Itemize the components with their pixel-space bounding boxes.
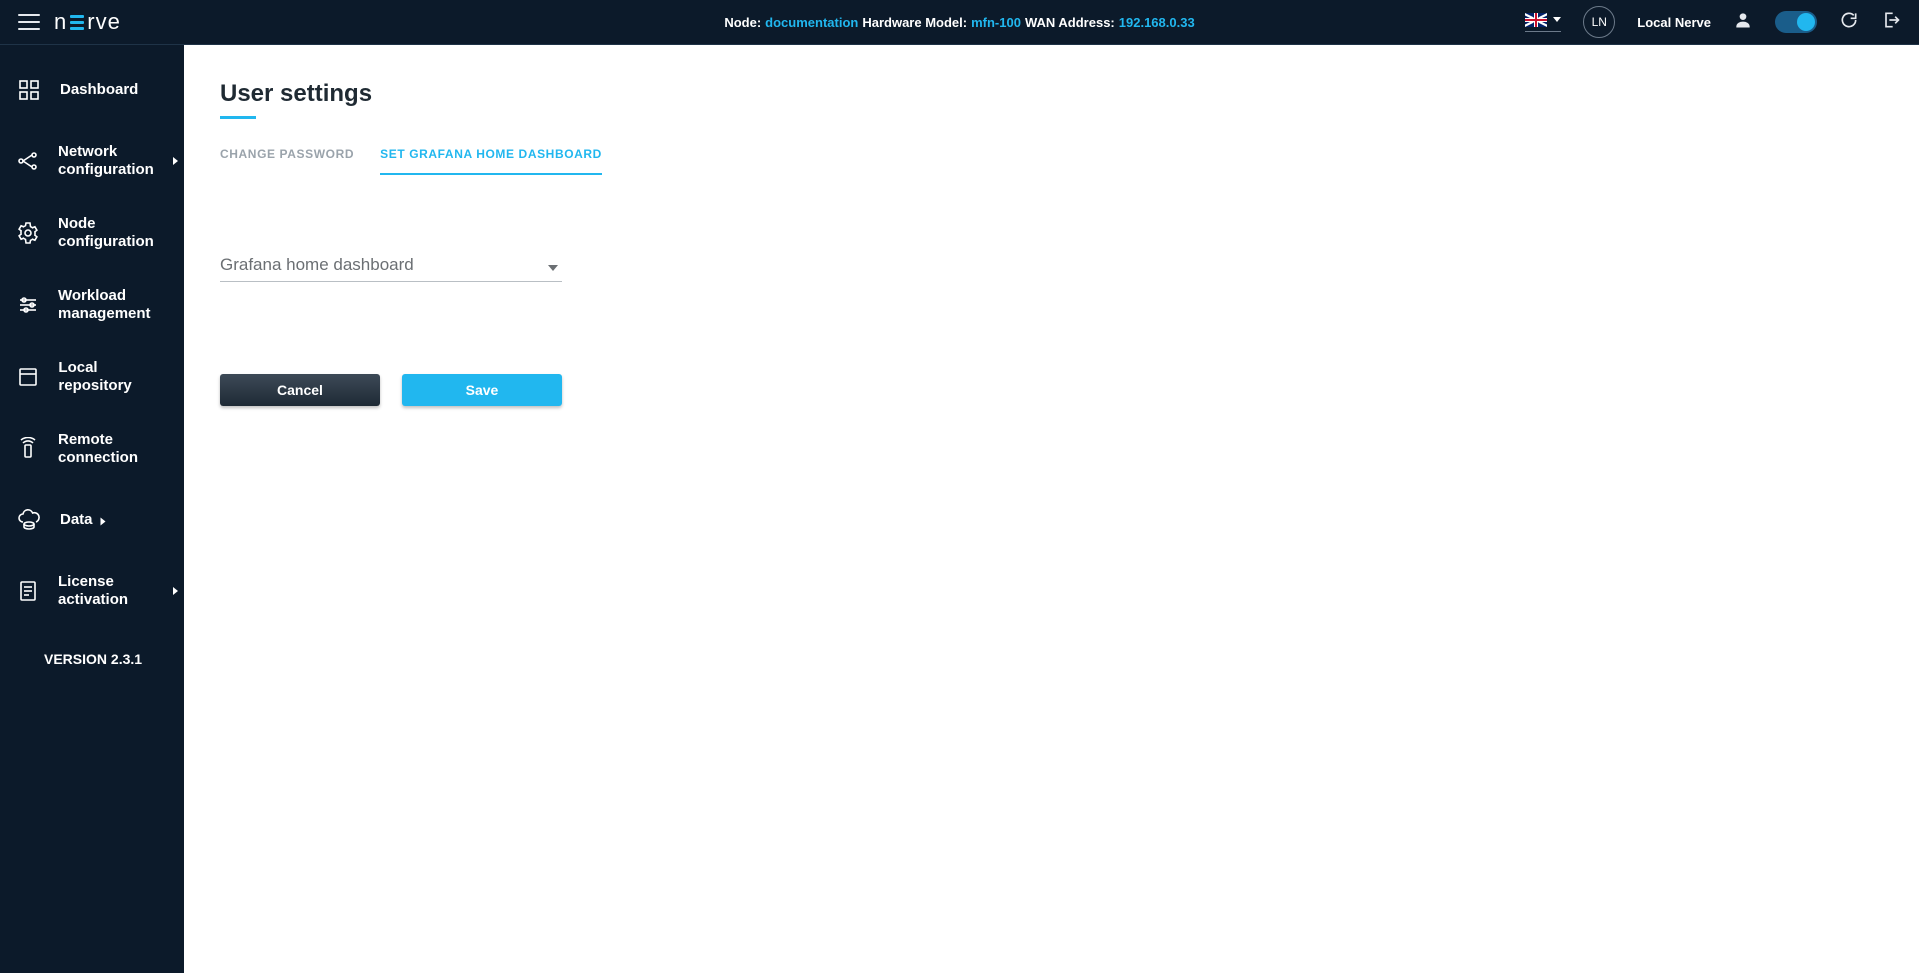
chevron-right-icon — [173, 157, 178, 165]
remote-icon — [16, 437, 40, 461]
avatar[interactable]: LN — [1583, 6, 1615, 38]
grafana-dashboard-select[interactable]: Grafana home dashboard — [220, 255, 562, 282]
chevron-down-icon — [548, 265, 558, 271]
sidebar-item-label: Data — [60, 511, 107, 529]
avatar-initials: LN — [1592, 15, 1607, 29]
sidebar-item-label: Remote connection — [58, 431, 168, 467]
sliders-icon — [16, 293, 40, 317]
sidebar-item-node-configuration[interactable]: Node configuration — [0, 215, 184, 251]
version-label: VERSION 2.3.1 — [0, 651, 184, 667]
main-content: User settings CHANGE PASSWORD SET GRAFAN… — [184, 46, 1919, 973]
language-selector[interactable] — [1525, 13, 1561, 32]
chevron-down-icon — [1553, 17, 1561, 22]
tab-set-grafana-home-dashboard[interactable]: SET GRAFANA HOME DASHBOARD — [380, 147, 602, 175]
sidebar-item-license-activation[interactable]: License activation — [0, 573, 184, 609]
theme-toggle[interactable] — [1775, 11, 1817, 33]
grafana-dashboard-label: Grafana home dashboard — [220, 255, 414, 274]
page-title: User settings — [220, 80, 1883, 108]
gear-icon — [16, 221, 40, 245]
sidebar-item-label: Local repository — [58, 359, 168, 395]
page-title-block: User settings — [220, 80, 1883, 119]
sidebar-nav: Dashboard Network configuration Node con… — [0, 73, 184, 609]
node-value: documentation — [765, 15, 858, 30]
topbar: n rve Node: documentation Hardware Model… — [0, 0, 1919, 45]
sidebar-item-local-repository[interactable]: Local repository — [0, 359, 184, 395]
sidebar-item-label: Dashboard — [60, 81, 138, 99]
model-value: mfn-100 — [971, 15, 1021, 30]
tab-change-password[interactable]: CHANGE PASSWORD — [220, 147, 354, 175]
topbar-info: Node: documentation Hardware Model: mfn-… — [724, 15, 1194, 30]
title-underline — [220, 116, 256, 119]
username-label: Local Nerve — [1637, 15, 1711, 30]
repository-icon — [16, 365, 40, 389]
license-icon — [16, 579, 40, 603]
sidebar: Dashboard Network configuration Node con… — [0, 45, 184, 973]
node-label: Node: — [724, 15, 761, 30]
cancel-button[interactable]: Cancel — [220, 374, 380, 406]
sidebar-item-dashboard[interactable]: Dashboard — [0, 73, 184, 107]
topbar-left: n rve — [18, 9, 121, 35]
chevron-right-icon — [173, 587, 178, 595]
sidebar-item-data[interactable]: Data — [0, 503, 184, 537]
dashboard-icon — [16, 78, 42, 102]
sidebar-item-workload-management[interactable]: Workload management — [0, 287, 184, 323]
cloud-data-icon — [16, 508, 42, 532]
sidebar-item-remote-connection[interactable]: Remote connection — [0, 431, 184, 467]
sidebar-item-label: License activation — [58, 573, 168, 609]
flag-uk-icon — [1525, 13, 1547, 27]
refresh-icon[interactable] — [1839, 10, 1859, 35]
network-icon — [16, 149, 40, 173]
menu-toggle-icon[interactable] — [18, 14, 40, 30]
sidebar-item-network-configuration[interactable]: Network configuration — [0, 143, 184, 179]
save-button[interactable]: Save — [402, 374, 562, 406]
chevron-right-icon — [100, 518, 105, 526]
tabs: CHANGE PASSWORD SET GRAFANA HOME DASHBOA… — [220, 147, 1883, 175]
form-buttons: Cancel Save — [220, 374, 1883, 406]
topbar-right: LN Local Nerve — [1525, 6, 1901, 38]
wan-value: 192.168.0.33 — [1119, 15, 1195, 30]
sidebar-item-label: Network configuration — [58, 143, 168, 179]
logout-icon[interactable] — [1881, 10, 1901, 35]
wan-label: WAN Address: — [1025, 15, 1115, 30]
person-icon[interactable] — [1733, 10, 1753, 35]
sidebar-item-label: Workload management — [58, 287, 168, 323]
sidebar-item-label: Node configuration — [58, 215, 168, 251]
model-label: Hardware Model: — [862, 15, 967, 30]
brand-logo: n rve — [54, 9, 121, 35]
